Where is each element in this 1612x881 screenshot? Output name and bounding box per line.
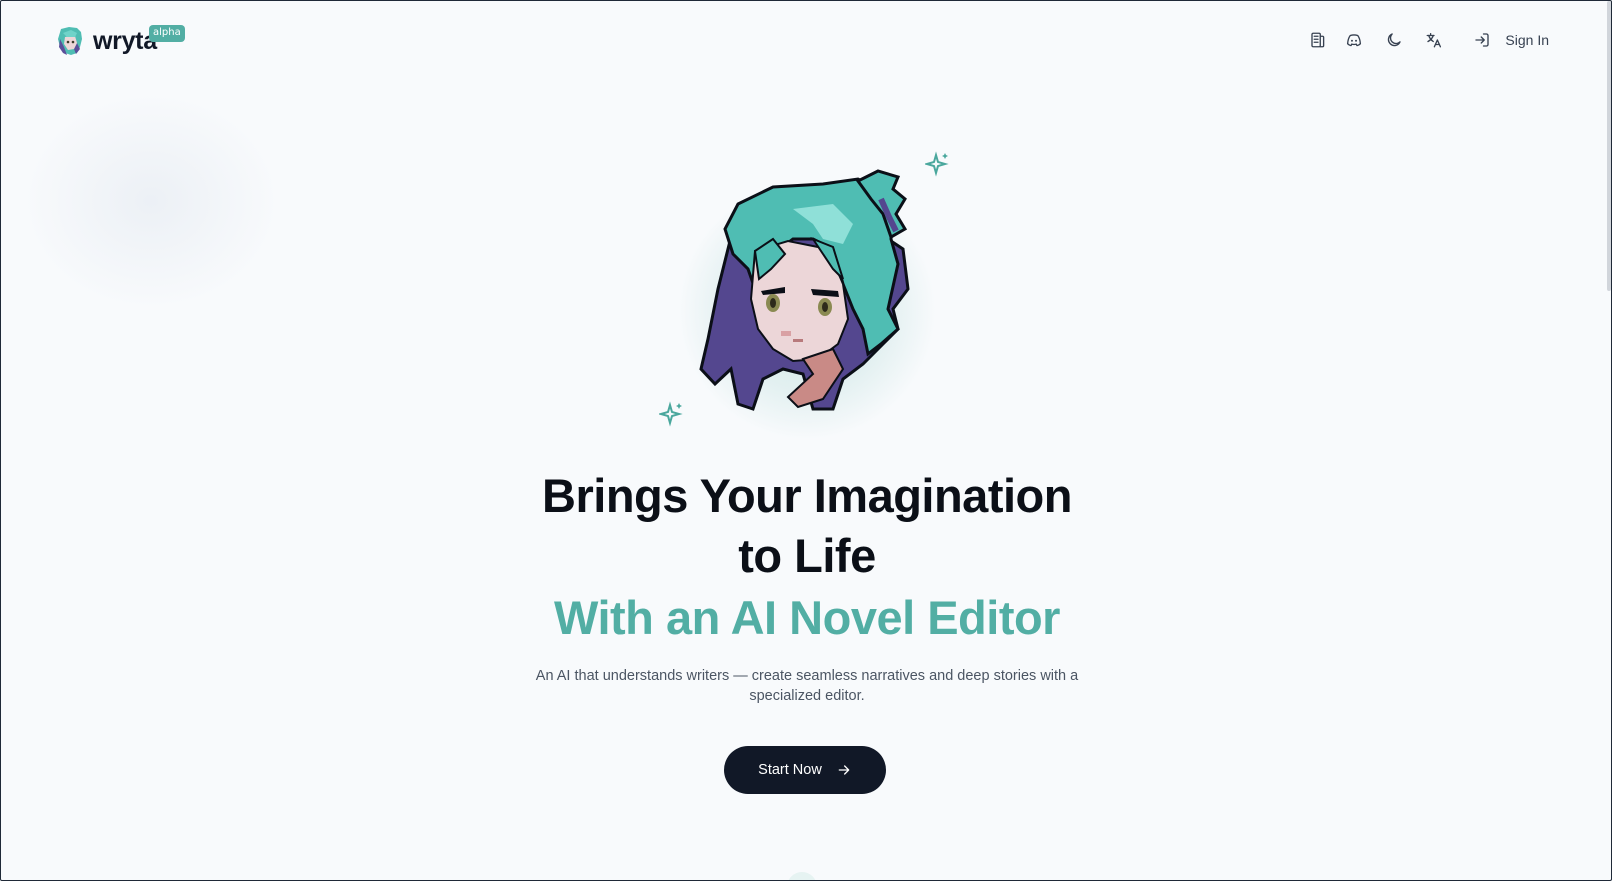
hero-illustration: [657, 151, 957, 441]
moon-icon[interactable]: [1383, 29, 1405, 51]
scroll-indicator[interactable]: [787, 872, 817, 880]
logo-link[interactable]: wryta alpha: [55, 25, 185, 57]
sign-in-button[interactable]: Sign In: [1473, 31, 1549, 49]
hero-title-accent: With an AI Novel Editor: [554, 591, 1060, 644]
login-icon: [1475, 33, 1490, 47]
avatar-logo-icon: [58, 27, 82, 55]
header-nav: Sign In: [1293, 29, 1549, 51]
sign-in-label: Sign In: [1505, 32, 1549, 48]
start-now-label: Start Now: [758, 762, 822, 778]
arrow-right-icon: [838, 765, 850, 775]
header: wryta alpha Sign In: [1, 1, 1611, 81]
character-avatar-icon: [699, 169, 910, 411]
page: wryta alpha Sign In Brings Your Imaginat…: [0, 0, 1612, 881]
discord-icon[interactable]: [1343, 29, 1365, 51]
sparkle-icon: [925, 151, 949, 177]
hero-title: Brings Your Imagination to Life: [1, 466, 1611, 586]
hero-subtitle: An AI that understands writers — create …: [535, 668, 1079, 704]
sparkle-icon: [659, 401, 683, 427]
brand-name: wryta: [93, 26, 157, 55]
background-blur: [21, 91, 281, 311]
start-now-button[interactable]: Start Now: [724, 746, 886, 794]
docs-icon[interactable]: [1307, 29, 1329, 51]
hero-title-line1: Brings Your Imagination: [542, 469, 1072, 522]
translate-icon[interactable]: [1423, 29, 1445, 51]
hero-title-line2: to Life: [738, 529, 876, 582]
alpha-badge: alpha: [149, 25, 185, 42]
